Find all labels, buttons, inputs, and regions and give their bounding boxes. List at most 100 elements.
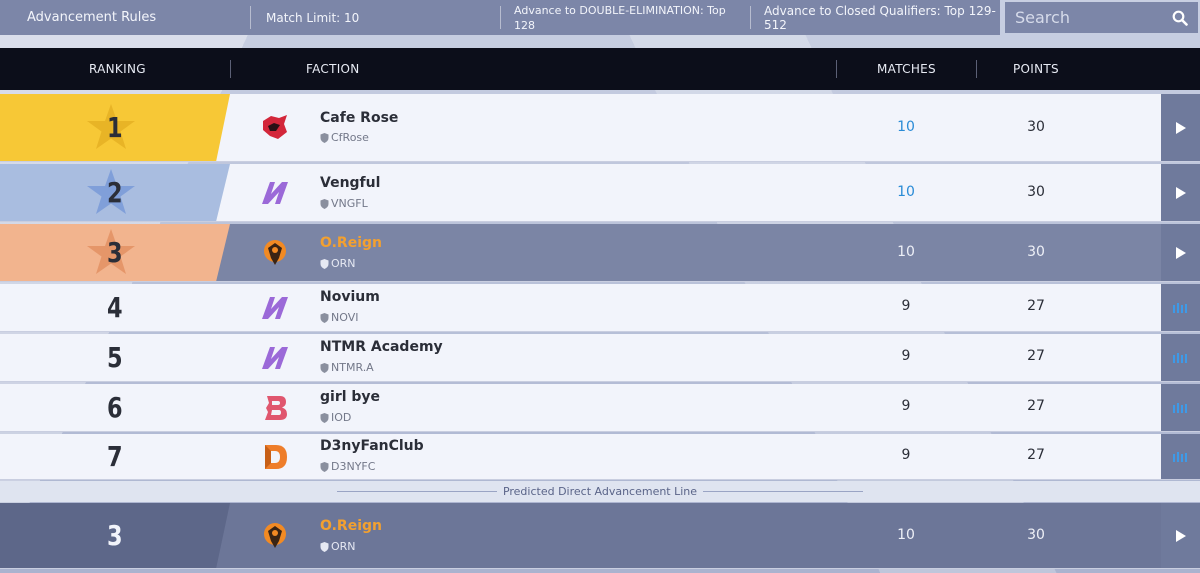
header-divider <box>230 60 231 78</box>
expand-row-button[interactable] <box>1161 503 1200 568</box>
d3ny-logo-icon <box>265 445 287 469</box>
matches-column-header: MATCHES <box>877 62 936 76</box>
matches-value: 10 <box>897 184 915 200</box>
team-name[interactable]: Vengful <box>320 175 380 191</box>
stats-button[interactable] <box>1161 434 1200 479</box>
search-box[interactable] <box>1005 2 1198 33</box>
header-divider <box>976 60 977 78</box>
team-tag-text: CfRose <box>331 131 369 144</box>
team-name[interactable]: O.Reign <box>320 518 382 534</box>
matches-value: 10 <box>897 119 915 135</box>
vengful-logo-icon <box>262 182 288 204</box>
expand-row-button[interactable] <box>1161 94 1200 161</box>
advancement-rules-bar: Advancement Rules Match Limit: 10 Advanc… <box>0 0 1000 35</box>
table-row[interactable]: 4 Novium NOVI 9 27 <box>0 284 1200 332</box>
header-divider <box>836 60 837 78</box>
team-tag-text: D3NYFC <box>331 460 376 473</box>
team-tag-text: VNGFL <box>331 197 368 210</box>
team-tag: D3NYFC <box>320 460 375 473</box>
shield-icon <box>320 198 329 209</box>
novium-logo-icon <box>262 297 288 319</box>
expand-row-button[interactable] <box>1161 164 1200 221</box>
points-value: 30 <box>1027 527 1045 543</box>
rank-number: 7 <box>107 440 123 473</box>
cafe-rose-logo-icon <box>263 115 287 139</box>
girl-bye-logo-icon <box>265 396 287 420</box>
points-column-header: POINTS <box>1013 62 1059 76</box>
predicted-advancement-line: Predicted Direct Advancement Line <box>0 481 1200 502</box>
shield-icon <box>320 312 329 323</box>
rank-number: 1 <box>107 111 123 144</box>
rank-cell: 1 <box>0 94 230 161</box>
rank-cell: 4 <box>0 284 230 331</box>
team-name[interactable]: Novium <box>320 289 380 305</box>
points-value: 27 <box>1027 447 1045 463</box>
team-name[interactable]: Cafe Rose <box>320 110 398 126</box>
play-icon <box>1175 529 1186 542</box>
stats-button[interactable] <box>1161 284 1200 331</box>
rank-cell: 7 <box>0 434 230 479</box>
play-icon <box>1175 246 1186 259</box>
team-tag-text: ORN <box>331 540 356 553</box>
rank-number: 4 <box>107 291 123 324</box>
oreign-logo-icon <box>264 240 286 265</box>
rank-cell: 2 <box>0 164 230 221</box>
team-name[interactable]: NTMR Academy <box>320 339 443 355</box>
matches-value: 10 <box>897 527 915 543</box>
rank-number: 3 <box>107 519 123 552</box>
my-team-row[interactable]: 3 O.Reign ORN 10 30 <box>0 503 1200 569</box>
search-icon[interactable] <box>1172 10 1188 26</box>
ranking-column-header: RANKING <box>89 62 146 76</box>
expand-row-button[interactable] <box>1161 224 1200 281</box>
team-tag: ORN <box>320 540 356 553</box>
advancement-rules-label[interactable]: Advancement Rules <box>0 0 250 35</box>
shield-icon <box>320 541 329 552</box>
rank-number: 3 <box>107 236 123 269</box>
shield-icon <box>320 412 329 423</box>
stats-button[interactable] <box>1161 334 1200 381</box>
shield-icon <box>320 461 329 472</box>
double-elimination-label: Advance to DOUBLE-ELIMINATION: Top 128 <box>500 0 750 35</box>
team-tag: NOVI <box>320 311 358 324</box>
matches-value: 9 <box>901 398 911 414</box>
table-row[interactable]: 1 Cafe Rose CfRose 10 30 <box>0 94 1200 162</box>
table-row[interactable]: 7 D3nyFanClub D3NYFC 9 27 <box>0 434 1200 480</box>
matches-value: 9 <box>901 298 911 314</box>
team-tag: IOD <box>320 411 351 424</box>
stats-button[interactable] <box>1161 384 1200 431</box>
bars-icon <box>1172 302 1187 313</box>
team-name[interactable]: girl bye <box>320 389 380 405</box>
shield-icon <box>320 132 329 143</box>
team-tag: VNGFL <box>320 197 368 210</box>
table-row[interactable]: 5 NTMR Academy NTMR.A 9 27 <box>0 334 1200 382</box>
team-tag: NTMR.A <box>320 361 374 374</box>
oreign-logo-icon <box>264 523 286 548</box>
faction-column-header: FACTION <box>306 62 360 76</box>
points-value: 27 <box>1027 398 1045 414</box>
shield-icon <box>320 362 329 373</box>
table-row-own-team[interactable]: 3 O.Reign ORN 10 30 <box>0 224 1200 282</box>
rank-number: 6 <box>107 391 123 424</box>
bars-icon <box>1172 402 1187 413</box>
match-limit-label: Match Limit: 10 <box>250 0 500 35</box>
team-name[interactable]: O.Reign <box>320 235 382 251</box>
rank-cell: 3 <box>0 224 230 281</box>
team-name[interactable]: D3nyFanClub <box>320 438 424 454</box>
bars-icon <box>1172 352 1187 363</box>
ntmr-logo-icon <box>262 347 288 369</box>
team-tag: CfRose <box>320 131 369 144</box>
table-header: RANKING FACTION MATCHES POINTS <box>0 48 1200 90</box>
team-tag-text: NTMR.A <box>331 361 374 374</box>
shield-icon <box>320 258 329 269</box>
matches-value: 9 <box>901 348 911 364</box>
rank-number: 2 <box>107 176 123 209</box>
points-value: 30 <box>1027 119 1045 135</box>
search-input[interactable] <box>1005 2 1165 33</box>
divider-line <box>336 491 497 492</box>
table-row[interactable]: 6 girl bye IOD 9 27 <box>0 384 1200 432</box>
points-value: 27 <box>1027 348 1045 364</box>
matches-value: 9 <box>901 447 911 463</box>
points-value: 30 <box>1027 184 1045 200</box>
table-row[interactable]: 2 Vengful VNGFL 10 30 <box>0 164 1200 222</box>
rank-cell: 3 <box>0 503 230 568</box>
